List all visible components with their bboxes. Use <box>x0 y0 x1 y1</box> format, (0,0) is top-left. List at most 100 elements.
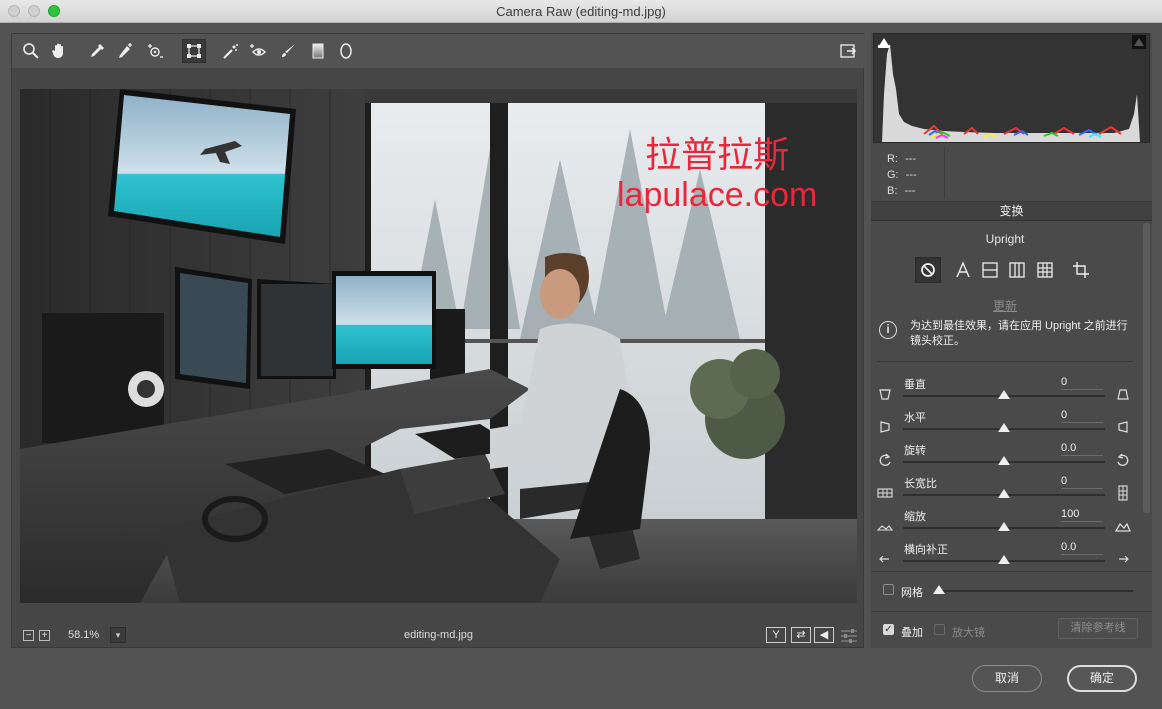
image-canvas[interactable]: 拉普拉斯 lapulace.com <box>20 89 857 603</box>
sliders-icon <box>841 629 857 643</box>
slider-value-input[interactable]: 0 <box>1061 409 1103 423</box>
ok-button[interactable]: 确定 <box>1067 665 1137 692</box>
update-link[interactable]: 更新 <box>871 297 1139 314</box>
histogram <box>873 33 1150 143</box>
grid-size-track[interactable] <box>936 590 1133 592</box>
slider-value-input[interactable]: 0.0 <box>1061 541 1103 555</box>
rotate-right-icon <box>1115 452 1131 468</box>
slider-label: 旋转 <box>904 445 926 457</box>
upright-off-button[interactable] <box>915 257 941 283</box>
watermark-line-2: lapulace.com <box>617 176 818 214</box>
upright-guided-button[interactable] <box>1068 257 1094 283</box>
transform-tool[interactable] <box>182 39 206 63</box>
red-eye-tool[interactable] <box>246 39 270 63</box>
radial-icon <box>340 43 352 59</box>
watermark-text: 拉普拉斯 lapulace.com <box>617 135 817 215</box>
rotate-left-icon <box>877 452 893 468</box>
title-bar: Camera Raw (editing-md.jpg) <box>0 0 1162 23</box>
slider-thumb[interactable] <box>998 522 1010 531</box>
color-sampler-icon <box>119 43 132 58</box>
red-eye-icon <box>250 44 266 56</box>
image-workspace: 拉普拉斯 lapulace.com − + 58.1% ▾ editing-md… <box>11 33 865 648</box>
grid-label: 网格 <box>901 587 923 599</box>
zoom-tool[interactable] <box>19 39 43 63</box>
slider-row-aspect: 长宽比 0 <box>871 472 1139 505</box>
window-title: Camera Raw (editing-md.jpg) <box>496 4 666 19</box>
vertical-keystone-right-icon <box>1115 386 1131 402</box>
file-name: editing-md.jpg <box>403 629 474 641</box>
spot-removal-icon <box>223 44 238 59</box>
spot-removal-tool[interactable] <box>218 39 242 63</box>
color-sampler-tool[interactable] <box>113 39 137 63</box>
swap-before-after-button[interactable]: ⇄ <box>791 627 811 643</box>
before-after-view-button[interactable]: Y <box>766 627 786 643</box>
slider-label: 长宽比 <box>904 478 937 490</box>
r-label: R: <box>887 153 898 165</box>
overlay-checkbox[interactable]: ✓ <box>883 624 894 635</box>
preview-settings-button[interactable] <box>840 628 858 644</box>
g-value: --- <box>905 169 917 181</box>
offset-right-icon <box>1115 551 1131 567</box>
slider-label: 垂直 <box>904 379 926 391</box>
overlay-row: ✓ 叠加 放大镜 清除参考线 <box>871 611 1152 647</box>
upright-level-button[interactable] <box>977 257 1003 283</box>
grid-checkbox[interactable] <box>883 584 894 595</box>
scale-up-icon <box>1114 518 1131 534</box>
cancel-button[interactable]: 取消 <box>972 665 1042 692</box>
targeted-adjustment-icon <box>148 44 163 58</box>
aspect-wide-icon <box>877 485 893 501</box>
white-balance-tool[interactable] <box>85 39 109 63</box>
targeted-adjustment-tool[interactable] <box>143 39 167 63</box>
slider-thumb[interactable] <box>998 456 1010 465</box>
copy-after-to-before-button[interactable]: ◀ <box>814 627 834 643</box>
horizontal-keystone-left-icon <box>877 419 893 435</box>
watermark-line-1: 拉普拉斯 <box>645 134 790 175</box>
upright-vertical-button[interactable] <box>1004 257 1030 283</box>
slider-row-rotate: 旋转 0.0 <box>871 439 1139 472</box>
overlay-label: 叠加 <box>901 627 923 639</box>
grid-size-thumb[interactable] <box>933 585 945 594</box>
loupe-label: 放大镜 <box>952 627 985 639</box>
fullscreen-button[interactable] <box>836 39 860 63</box>
slider-thumb[interactable] <box>998 423 1010 432</box>
slider-thumb[interactable] <box>998 390 1010 399</box>
hand-tool[interactable] <box>47 39 71 63</box>
b-label: B: <box>887 185 898 197</box>
offset-left-icon <box>877 551 893 567</box>
slider-thumb[interactable] <box>998 489 1010 498</box>
aspect-tall-icon <box>1115 485 1131 501</box>
level-icon <box>982 262 998 278</box>
slider-value-input[interactable]: 0 <box>1061 475 1103 489</box>
upright-full-button[interactable] <box>1032 257 1058 283</box>
slider-row-x-offset: 横向补正 0.0 <box>871 538 1139 571</box>
b-value: --- <box>904 185 916 197</box>
info-icon: i <box>879 321 897 339</box>
panel-scrollbar[interactable] <box>1143 223 1150 513</box>
slider-value-input[interactable]: 0.0 <box>1061 442 1103 456</box>
loupe-checkbox[interactable] <box>934 624 945 635</box>
slider-row-scale: 缩放 100 <box>871 505 1139 538</box>
brush-icon <box>282 44 295 57</box>
slider-value-input[interactable]: 100 <box>1061 508 1103 522</box>
slider-thumb[interactable] <box>998 555 1010 564</box>
slider-value-input[interactable]: 0 <box>1061 376 1103 390</box>
horizontal-keystone-right-icon <box>1115 419 1131 435</box>
magnifier-icon <box>23 43 39 59</box>
gradient-icon <box>312 43 324 59</box>
no-symbol-icon <box>921 263 935 277</box>
upright-auto-button[interactable] <box>950 257 976 283</box>
grid-row: 网格 <box>871 571 1152 607</box>
graduated-filter-tool[interactable] <box>306 39 330 63</box>
r-value: --- <box>905 153 917 165</box>
upright-title: Upright <box>985 232 1025 246</box>
radial-filter-tool[interactable] <box>334 39 358 63</box>
upright-info-text: 为达到最佳效果，请在应用 Upright 之前进行镜头校正。 <box>910 320 1128 347</box>
fullscreen-icon <box>840 44 857 58</box>
panel-section-title: 变换 <box>871 201 1152 221</box>
slider-row-vertical: 垂直 0 <box>871 373 1139 406</box>
slider-row-horizontal: 水平 0 <box>871 406 1139 439</box>
tool-bar <box>12 34 865 68</box>
vertical-icon <box>1009 262 1025 278</box>
adjustment-brush-tool[interactable] <box>276 39 300 63</box>
clear-guides-button[interactable]: 清除参考线 <box>1058 618 1138 639</box>
